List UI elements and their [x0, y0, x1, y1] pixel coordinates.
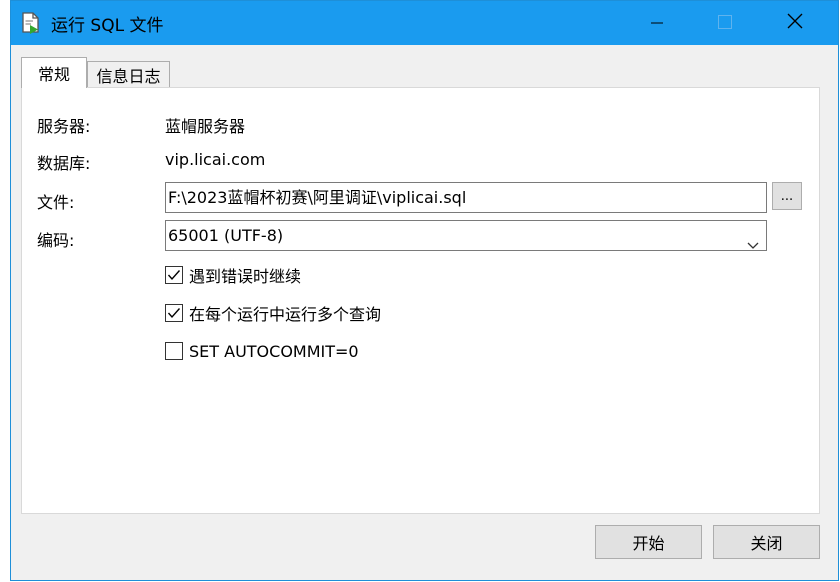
start-button[interactable]: 开始: [595, 525, 702, 559]
tab-message-log[interactable]: 信息日志: [87, 61, 170, 88]
multiple-queries-label: 在每个运行中运行多个查询: [189, 305, 382, 324]
tab-general[interactable]: 常规: [21, 57, 87, 88]
encoding-select[interactable]: 65001 (UTF-8): [165, 220, 767, 251]
minimize-icon: [651, 14, 663, 33]
server-value: 蓝帽服务器: [165, 117, 246, 136]
browse-button[interactable]: ...: [772, 182, 802, 210]
continue-on-error-option[interactable]: 遇到错误时继续: [165, 264, 301, 286]
multiple-queries-option[interactable]: 在每个运行中运行多个查询: [165, 302, 381, 324]
server-label: 服务器:: [37, 117, 91, 136]
title-bar[interactable]: 运行 SQL 文件: [11, 1, 838, 45]
maximize-icon: [718, 14, 732, 33]
file-path-field[interactable]: F:\2023蓝帽杯初赛\阿里调证\viplicai.sql: [165, 182, 767, 213]
maximize-button[interactable]: [696, 1, 754, 45]
database-value: vip.licai.com: [165, 150, 266, 169]
sql-file-run-icon: [22, 12, 40, 34]
close-window-button[interactable]: [766, 1, 824, 45]
run-sql-file-dialog: 运行 SQL 文件 常规 信息日志 服务器: 蓝帽服务器 数据库: vip.li…: [10, 0, 839, 581]
autocommit-label: SET AUTOCOMMIT=0: [189, 341, 359, 361]
close-button[interactable]: 关闭: [713, 525, 820, 559]
continue-on-error-checkbox[interactable]: [165, 266, 183, 284]
encoding-value: 65001 (UTF-8): [168, 226, 284, 245]
file-label: 文件:: [37, 193, 75, 212]
general-panel: 服务器: 蓝帽服务器 数据库: vip.licai.com 文件: F:\202…: [21, 87, 820, 514]
database-label: 数据库:: [37, 154, 91, 173]
encoding-label: 编码:: [37, 231, 75, 250]
autocommit-option[interactable]: SET AUTOCOMMIT=0: [165, 340, 359, 362]
minimize-button[interactable]: [628, 1, 686, 45]
chevron-down-icon: [747, 230, 759, 259]
window-title: 运行 SQL 文件: [51, 16, 164, 36]
continue-on-error-label: 遇到错误时继续: [189, 267, 302, 286]
autocommit-checkbox[interactable]: [165, 342, 183, 360]
close-icon: [787, 13, 803, 33]
multiple-queries-checkbox[interactable]: [165, 304, 183, 322]
